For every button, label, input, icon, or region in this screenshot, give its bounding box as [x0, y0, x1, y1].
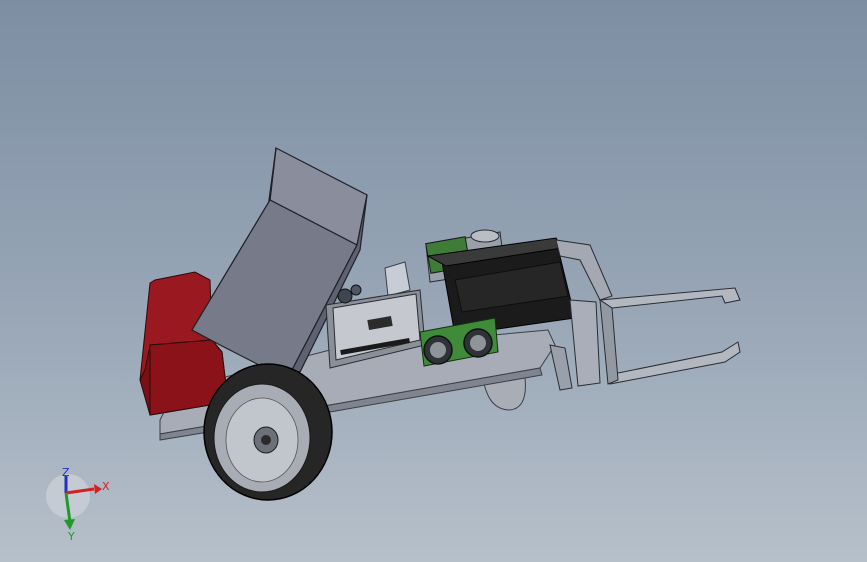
cad-viewport[interactable]: Z X Y	[0, 0, 867, 562]
fork-arm-upper	[598, 287, 741, 309]
fork-arm-lower	[607, 341, 741, 385]
ultrasonic-transducer-left-inner	[430, 342, 446, 358]
board-capacitor	[337, 288, 353, 304]
fork-post	[569, 299, 601, 387]
robot-cart-model[interactable]	[0, 0, 867, 562]
motor-cap	[470, 229, 500, 243]
y-axis-arrow	[64, 519, 75, 530]
z-axis-label: Z	[62, 466, 70, 479]
fork-leg	[549, 344, 573, 391]
orientation-triad: Z X Y	[46, 466, 110, 543]
ultrasonic-transducer-right-inner	[470, 335, 486, 351]
side-bracket	[384, 261, 411, 297]
drive-wheel-axle	[261, 435, 271, 445]
x-axis-arrow	[94, 484, 102, 494]
x-axis-label: X	[102, 480, 110, 493]
y-axis-label: Y	[67, 530, 75, 543]
fork-side	[599, 299, 619, 385]
board-capacitor	[350, 284, 362, 296]
